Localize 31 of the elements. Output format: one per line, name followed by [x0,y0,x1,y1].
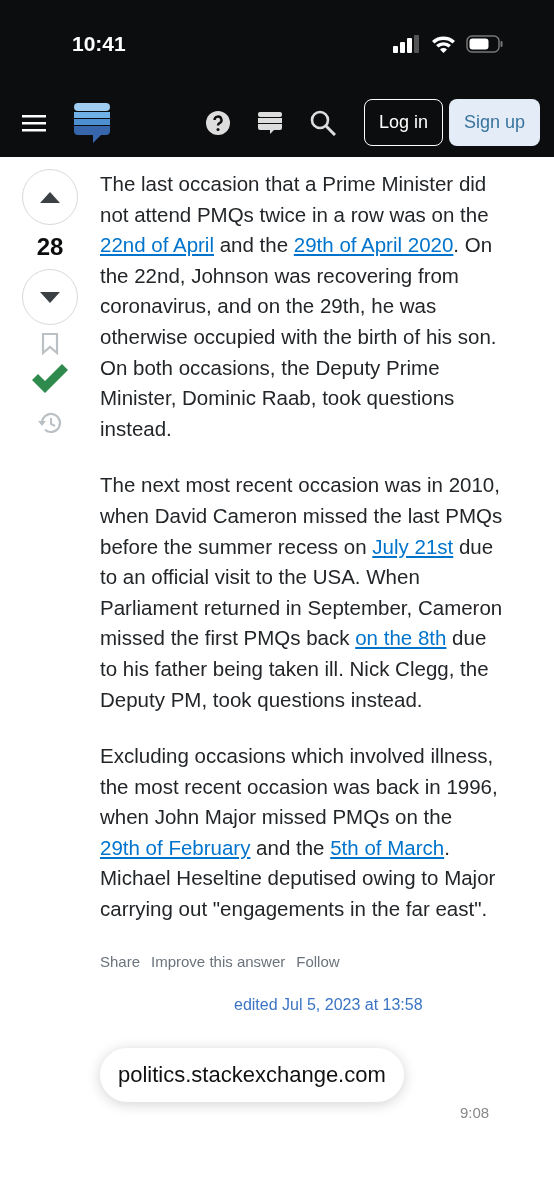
answer-link[interactable]: 22nd of April [100,233,214,257]
post-menu-link[interactable]: Follow [296,952,340,970]
post-menu-link[interactable]: Improve this answer [151,952,286,970]
answer-paragraph: Excluding occasions which involved illness, the most recent occasion was back in 1996, when John Major missed PMQs on the 29th of February and the 5th of March. Michael Heseltine deputised owing to Major carrying out "engagements in the far east". [100,743,499,923]
edited-link[interactable]: edited Jul 5, 2023 at 13:58 [234,995,508,1014]
post-menu-link[interactable]: Share [100,952,141,970]
down-triangle-icon [40,291,60,303]
menu-icon[interactable] [22,112,46,133]
answered-time: 9:08 [460,1103,490,1121]
vote-count: 28 [36,233,64,261]
wifi-icon [431,35,456,53]
url-bar[interactable]: politics.stackexchange.com [100,1047,404,1102]
stack-icon[interactable] [257,110,282,135]
answer-paragraph: The next most recent occasion was in 2010, when David Cameron missed the last PMQs before the summer recess on July 21st due to an official visit to the USA. When Parliament returned in September, Cameron missed the first PMQs back on the 8th due to his father being taken ill. Nick Clegg, the Deputy PM, took questions instead. [100,472,504,713]
answer-link[interactable]: on the 8th [355,626,447,650]
clock-time: 10:41 [72,32,126,56]
login-button[interactable]: Log in [363,99,443,146]
search-icon[interactable] [309,109,336,136]
up-triangle-icon [40,191,60,203]
answer-link[interactable]: 29th of February [100,835,251,859]
upvote-button[interactable] [22,169,78,225]
answer-paragraph: The last occasion that a Prime Minister did not attend PMQs twice in a row was on the 22nd of April and the 29th of April 2020. On the 22nd, Johnson was recovering from coronavirus, and on the 29th, he was otherwise occupied with the birth of his son. On both occasions, the Deputy Prime Minister, Dominic Raab, took questions instead. [100,171,498,442]
signup-button[interactable]: Sign up [448,99,540,146]
battery-icon [466,35,504,53]
downvote-button[interactable] [22,269,78,325]
signal-icon [393,35,421,53]
answer-link[interactable]: 29th of April 2020 [293,233,454,257]
logo-icon[interactable] [74,102,110,143]
answer-link[interactable]: 5th of March [330,835,445,859]
answer-link[interactable]: July 21st [372,534,454,558]
help-icon[interactable] [205,110,230,135]
